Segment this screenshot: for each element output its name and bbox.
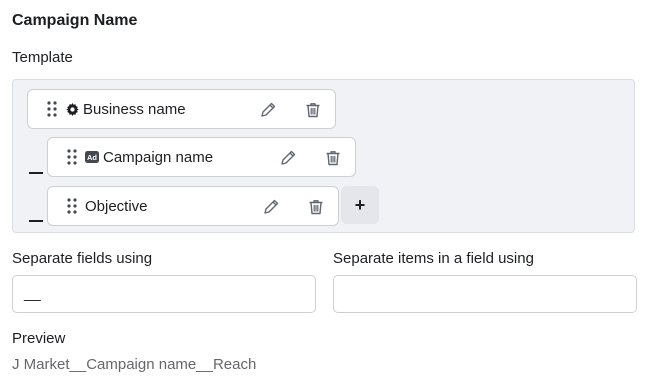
- template-item-label: Business name: [83, 100, 186, 118]
- campaign-name-panel: Campaign Name Template Business name Ad …: [0, 0, 646, 386]
- drag-handle-icon[interactable]: [65, 197, 79, 215]
- pencil-icon[interactable]: [261, 197, 281, 217]
- drag-handle-icon[interactable]: [65, 148, 79, 166]
- ad-badge-icon: Ad: [85, 150, 99, 164]
- gear-icon: [65, 102, 79, 116]
- template-item-label: Campaign name: [103, 148, 214, 166]
- template-item-campaign-name[interactable]: Ad Campaign name: [47, 137, 356, 177]
- preview-label: Preview: [12, 330, 66, 347]
- separator-dash: [29, 220, 43, 222]
- separate-items-label: Separate items in a field using: [333, 250, 534, 267]
- separate-items-input[interactable]: [333, 275, 637, 313]
- trash-icon[interactable]: [306, 197, 326, 217]
- pencil-icon[interactable]: [258, 100, 278, 120]
- template-item-label: Objective: [85, 197, 148, 215]
- template-item-business-name[interactable]: Business name: [27, 89, 336, 129]
- section-title: Campaign Name: [12, 12, 138, 29]
- preview-value: J Market__Campaign name__Reach: [12, 356, 257, 373]
- add-field-button[interactable]: +: [341, 186, 379, 224]
- drag-handle-icon[interactable]: [45, 100, 59, 118]
- trash-icon[interactable]: [303, 100, 323, 120]
- template-label: Template: [12, 49, 73, 66]
- template-item-objective[interactable]: Objective: [47, 186, 339, 226]
- separate-fields-input[interactable]: __: [12, 275, 316, 313]
- separator-dash: [29, 172, 43, 174]
- svg-text:Ad: Ad: [87, 153, 97, 162]
- separate-fields-label: Separate fields using: [12, 250, 153, 267]
- pencil-icon[interactable]: [278, 148, 298, 168]
- trash-icon[interactable]: [323, 148, 343, 168]
